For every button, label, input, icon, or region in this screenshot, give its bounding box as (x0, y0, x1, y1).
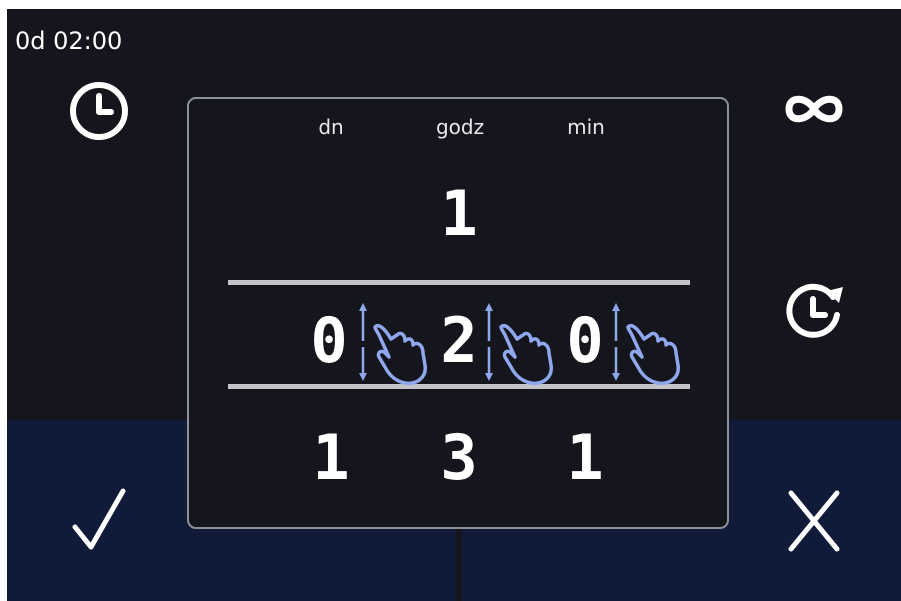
clock-refresh-icon[interactable] (781, 279, 853, 345)
timer-readout: 0d 02:00 (15, 27, 123, 55)
hours-selected-value[interactable]: 2 (437, 304, 481, 377)
swipe-hand-icon[interactable] (483, 299, 563, 389)
minutes-below-value: 1 (566, 421, 604, 494)
days-below-value: 1 (312, 421, 350, 494)
clock-icon[interactable] (67, 79, 131, 143)
close-icon[interactable] (785, 489, 843, 553)
infinity-icon[interactable] (779, 87, 849, 131)
column-label-days: dn (318, 115, 344, 139)
minutes-selected-value[interactable]: 0 (563, 304, 607, 377)
days-selected-value[interactable]: 0 (307, 304, 351, 377)
swipe-hand-icon[interactable] (610, 299, 690, 389)
swipe-hand-icon[interactable] (357, 299, 437, 389)
hours-above-value: 1 (440, 177, 478, 250)
column-label-hours: godz (435, 115, 485, 139)
screen: 0d 02:00 dn godz min 1 0 2 0 1 3 1 (7, 9, 901, 601)
selection-line-top (228, 280, 690, 285)
hours-below-value: 3 (440, 421, 478, 494)
column-label-minutes: min (567, 115, 605, 139)
time-picker-dialog: dn godz min 1 0 2 0 1 3 1 (187, 97, 729, 529)
check-icon[interactable] (69, 487, 129, 553)
